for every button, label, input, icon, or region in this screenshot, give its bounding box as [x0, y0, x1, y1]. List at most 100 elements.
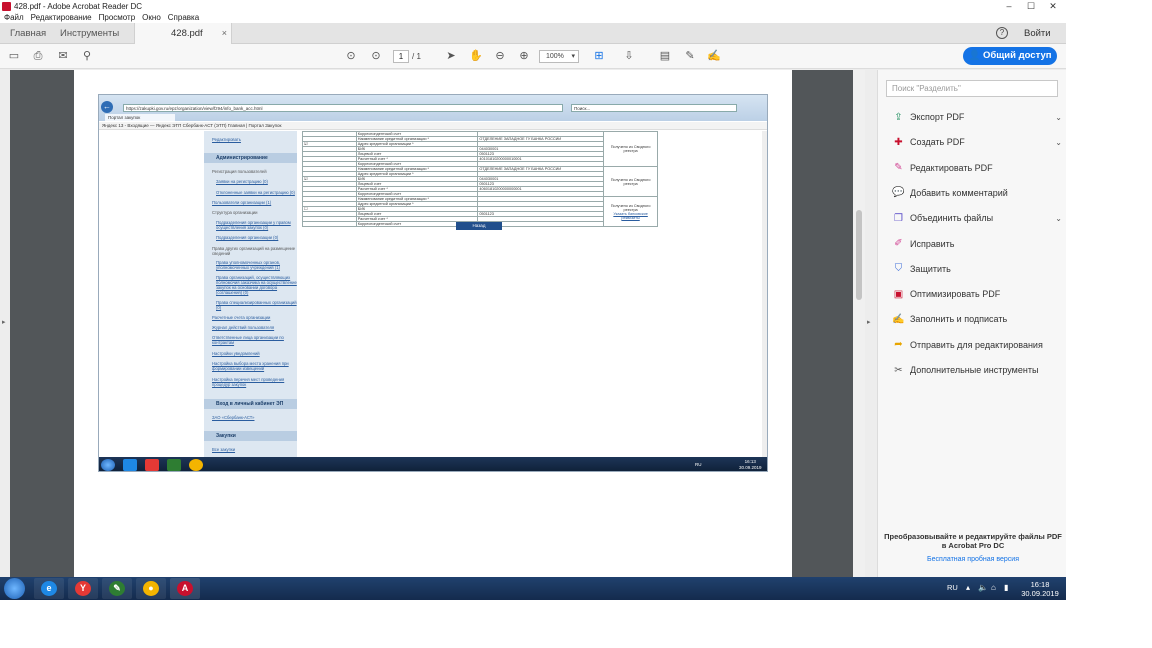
- side-item: Ответственные лица организации по контра…: [212, 335, 284, 345]
- comment-icon[interactable]: ▤: [658, 49, 672, 63]
- tray-arrow-icon[interactable]: ▴: [966, 583, 970, 592]
- zoom-out-icon[interactable]: ⊖: [493, 49, 507, 63]
- side-lk-link: ЗАО «Сбербанк-АСТ»: [212, 415, 255, 420]
- search-zoom-icon[interactable]: ⚲: [80, 49, 94, 63]
- tool-item[interactable]: ✂ Дополнительные инструменты: [892, 362, 1062, 378]
- start-button[interactable]: [4, 578, 25, 599]
- taskbar-clock[interactable]: 16:18 30.09.2019: [1020, 580, 1060, 598]
- tool-item-label: Создать PDF: [910, 137, 965, 148]
- ie-icon: e: [41, 581, 57, 596]
- tray-power-icon[interactable]: ▮: [1004, 583, 1008, 592]
- tool-item-label: Оптимизировать PDF: [910, 289, 1001, 300]
- share-button[interactable]: 👤 Общий доступ: [963, 47, 1057, 65]
- next-page-icon[interactable]: ⊙: [369, 49, 383, 63]
- sign-icon[interactable]: ✍: [707, 49, 721, 63]
- table-note-link: Указать банковские реквизиты: [613, 211, 648, 220]
- zoom-in-icon[interactable]: ⊕: [517, 49, 531, 63]
- embedded-clock: 16:13 30.09.2019: [739, 459, 762, 471]
- menu-window[interactable]: Окно: [142, 13, 161, 22]
- combine-icon: ❐: [894, 212, 903, 224]
- tray-language[interactable]: RU: [947, 583, 958, 592]
- taskbar-yandex-button[interactable]: Y: [68, 578, 98, 599]
- fit-page-icon[interactable]: ⊞: [592, 49, 606, 63]
- signin-link[interactable]: Войти: [1024, 23, 1051, 44]
- optimize-icon: ▣: [893, 288, 904, 300]
- email-icon[interactable]: ✉: [56, 49, 70, 63]
- right-pane-arrow-icon[interactable]: ▸: [867, 318, 871, 326]
- page-number-input[interactable]: 1: [393, 50, 409, 63]
- protect-icon: ⛉: [894, 263, 903, 275]
- chevron-down-icon[interactable]: ⌄: [1055, 113, 1062, 122]
- tab-tools[interactable]: Инструменты: [60, 23, 119, 44]
- left-pane-toggle[interactable]: ▸: [0, 70, 10, 577]
- help-icon[interactable]: ?: [996, 27, 1008, 39]
- tool-item[interactable]: ✍ Заполнить и подписать: [892, 311, 1062, 327]
- scroll-mode-icon[interactable]: ⇩: [622, 49, 636, 63]
- tool-item-label: Дополнительные инструменты: [910, 365, 1039, 375]
- ie-favorites-bar: Яндекс 13 - Входящие — Яндекс ЭТП Сберба…: [99, 122, 767, 130]
- bank-accounts-table: Корреспондентский счет Получено из Сводно…: [302, 131, 658, 227]
- save-icon[interactable]: ▭: [7, 49, 21, 63]
- scrollbar-thumb[interactable]: [856, 210, 862, 300]
- free-trial-link[interactable]: Бесплатная пробная версия: [884, 556, 1062, 563]
- taskbar-acrobat-button[interactable]: A: [170, 578, 200, 599]
- menu-file[interactable]: Файл: [4, 13, 24, 22]
- side-item: Настройка выбора места хранения при форм…: [212, 361, 289, 371]
- tool-item[interactable]: ⇪ Экспорт PDF ⌄: [892, 109, 1062, 125]
- print-icon[interactable]: ⎙: [31, 49, 45, 63]
- tool-item[interactable]: ▣ Оптимизировать PDF: [892, 286, 1062, 302]
- table-note: Получено из Сводного реестра: [603, 131, 658, 167]
- side-item: Подразделения организации у правом осуще…: [216, 220, 291, 230]
- right-pane-toggle[interactable]: ▸: [865, 70, 877, 577]
- clock-date: 30.09.2019: [1021, 589, 1059, 598]
- share-button-label: Общий доступ: [982, 50, 1052, 61]
- menu-help[interactable]: Справка: [168, 13, 199, 22]
- menu-view[interactable]: Просмотр: [99, 13, 136, 22]
- zoom-level-select[interactable]: 100%: [539, 50, 579, 63]
- embedded-chrome-icon: [189, 459, 203, 471]
- tool-item[interactable]: ⛉ Защитить: [892, 261, 1062, 277]
- maximize-button[interactable]: ☐: [1020, 0, 1042, 12]
- close-window-button[interactable]: ✕: [1042, 0, 1064, 12]
- export-pdf-icon: ⇪: [894, 111, 903, 123]
- minimize-button[interactable]: –: [998, 0, 1020, 12]
- side-lk-header: Вход в личный кабинет ЭП: [204, 399, 297, 409]
- site-sidebar: Редактировать Администрирование Регистра…: [204, 131, 297, 461]
- chevron-down-icon[interactable]: ⌄: [1055, 138, 1062, 147]
- tool-item-label: Редактировать PDF: [910, 162, 993, 173]
- left-pane-arrow-icon[interactable]: ▸: [2, 318, 6, 326]
- tool-item[interactable]: ✐ Исправить: [892, 236, 1062, 252]
- taskbar-excel-like-button[interactable]: ✎: [102, 578, 132, 599]
- hand-tool-icon[interactable]: ✋: [469, 49, 483, 63]
- embedded-app-icon: [167, 459, 181, 471]
- select-cursor-icon[interactable]: ➤: [444, 49, 458, 63]
- taskbar-ie-button[interactable]: e: [34, 578, 64, 599]
- chrome-icon: ●: [143, 581, 159, 596]
- taskbar-chrome-button[interactable]: ●: [136, 578, 166, 599]
- chevron-down-icon[interactable]: ⌄: [1055, 214, 1062, 223]
- side-purchase-header: Закупки: [204, 431, 297, 441]
- ie-scrollbar: [762, 131, 767, 457]
- acrobat-window: 428.pdf - Adobe Acrobat Reader DC – ☐ ✕ …: [0, 0, 1066, 600]
- menu-edit[interactable]: Редактирование: [31, 13, 92, 22]
- tool-item[interactable]: ✎ Редактировать PDF: [892, 160, 1062, 176]
- side-item: Подразделения организации (0): [216, 235, 279, 240]
- tools-search-input[interactable]: Поиск "Разделить": [886, 80, 1058, 97]
- yandex-icon: Y: [75, 581, 91, 596]
- prev-page-icon[interactable]: ⊙: [344, 49, 358, 63]
- highlight-pen-icon[interactable]: ✎: [683, 49, 697, 63]
- tool-item[interactable]: ✚ Создать PDF ⌄: [892, 134, 1062, 150]
- title-bar: 428.pdf - Adobe Acrobat Reader DC – ☐ ✕: [0, 0, 1066, 12]
- tool-item[interactable]: ➦ Отправить для редактирования: [892, 337, 1062, 353]
- tool-item[interactable]: ❐ Объединить файлы ⌄: [892, 210, 1062, 226]
- tab-home[interactable]: Главная: [10, 23, 46, 44]
- more-tools-icon: ✂: [894, 364, 903, 376]
- tray-volume-icon[interactable]: 🔈: [978, 583, 988, 592]
- tab-document[interactable]: 428.pdf ×: [134, 23, 232, 44]
- tab-close-icon[interactable]: ×: [222, 23, 227, 44]
- tray-network-icon[interactable]: ⌂: [991, 583, 996, 592]
- tab-bar: Главная Инструменты 428.pdf ×: [0, 23, 1066, 44]
- side-item: Журнал действий пользователя: [212, 325, 275, 330]
- document-scrollbar[interactable]: [853, 70, 865, 577]
- tool-item[interactable]: 💬 Добавить комментарий: [892, 185, 1062, 201]
